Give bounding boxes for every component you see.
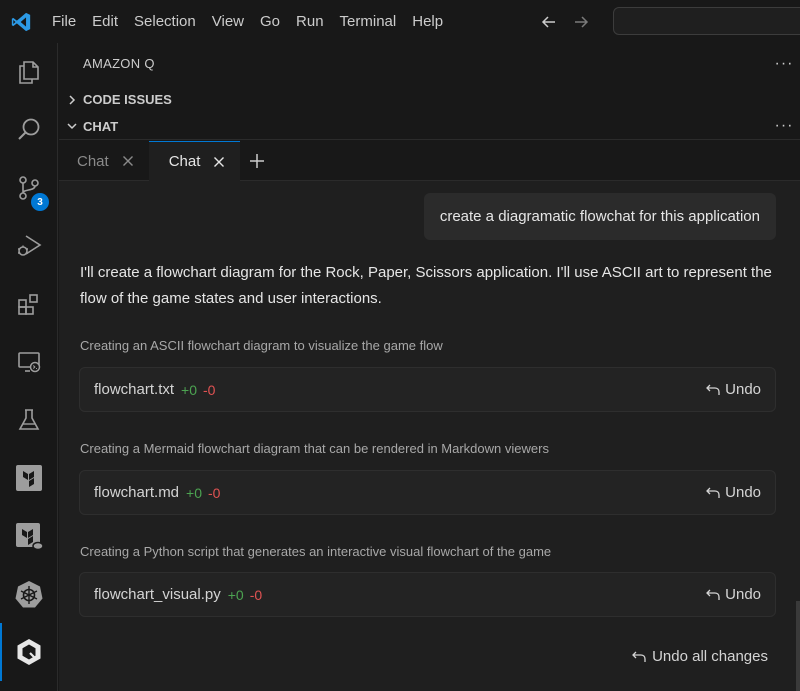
file-change-card[interactable]: flowchart_visual.py +0 -0 Undo — [79, 572, 776, 617]
menu-help[interactable]: Help — [404, 0, 451, 43]
undo-button[interactable]: Undo — [706, 484, 761, 501]
menu-view[interactable]: View — [204, 0, 252, 43]
file-name[interactable]: flowchart.txt — [94, 381, 174, 398]
tab-chat-2[interactable]: Chat — [148, 141, 241, 181]
chat-conversation: create a diagramatic flowchat for this a… — [59, 181, 800, 691]
chevron-down-icon — [61, 120, 83, 132]
forward-arrow-icon[interactable] — [572, 13, 590, 31]
source-control-icon[interactable]: 3 — [0, 159, 58, 217]
menu-terminal[interactable]: Terminal — [332, 0, 405, 43]
undo-label: Undo — [725, 586, 761, 603]
file-change-card[interactable]: flowchart.txt +0 -0 Undo — [79, 367, 776, 412]
new-tab-plus-icon[interactable] — [240, 141, 274, 181]
undo-all-changes-button[interactable]: Undo all changes — [632, 648, 768, 665]
lines-removed: -0 — [208, 484, 221, 501]
file-change-card[interactable]: flowchart.md +0 -0 Undo — [79, 470, 776, 515]
tab-chat-1[interactable]: Chat — [59, 141, 149, 181]
title-bar: File Edit Selection View Go Run Terminal… — [0, 0, 800, 43]
back-arrow-icon[interactable] — [540, 13, 558, 31]
explorer-icon[interactable] — [0, 43, 58, 101]
source-control-badge: 3 — [31, 193, 49, 211]
file-name[interactable]: flowchart.md — [94, 484, 179, 501]
chat-section-label: CHAT — [83, 118, 119, 134]
lines-added: +0 — [186, 484, 202, 501]
undo-icon — [706, 487, 720, 498]
menu-run[interactable]: Run — [288, 0, 332, 43]
lines-added: +0 — [181, 381, 197, 398]
search-icon[interactable] — [0, 101, 58, 159]
lines-removed: -0 — [249, 586, 263, 603]
amazon-q-panel: AMAZON Q ··· CODE ISSUES CHAT ··· Chat C… — [59, 43, 800, 691]
kubernetes-icon[interactable] — [0, 565, 58, 623]
user-message: create a diagramatic flowchat for this a… — [423, 193, 776, 240]
command-center-search[interactable] — [613, 7, 800, 35]
chevron-right-icon — [61, 94, 83, 106]
undo-all-label: Undo all changes — [652, 648, 768, 665]
chat-more-actions-icon[interactable]: ··· — [774, 118, 794, 137]
file-name[interactable]: flowchart_visual.py — [94, 586, 221, 603]
extensions-icon[interactable] — [0, 275, 58, 333]
change-caption: Creating a Mermaid flowchart diagram tha… — [80, 441, 549, 456]
terraform-icon[interactable] — [0, 449, 58, 507]
change-caption: Creating a Python script that generates … — [80, 544, 552, 559]
code-issues-section-header[interactable]: CODE ISSUES — [59, 86, 800, 113]
change-caption: Creating an ASCII flowchart diagram to v… — [80, 338, 443, 353]
code-issues-label: CODE ISSUES — [83, 92, 172, 107]
undo-label: Undo — [725, 484, 761, 501]
tab-label: Chat — [77, 152, 109, 170]
vscode-logo-icon — [0, 0, 42, 43]
menu-edit[interactable]: Edit — [84, 0, 126, 43]
navigation-controls — [540, 0, 590, 43]
chat-tabs: Chat Chat — [59, 141, 800, 181]
terraform-cloud-icon[interactable] — [0, 507, 58, 565]
amazon-q-icon[interactable] — [0, 623, 58, 681]
menu-selection[interactable]: Selection — [126, 0, 204, 43]
undo-icon — [632, 651, 646, 662]
assistant-reply: I'll create a flowchart diagram for the … — [80, 264, 772, 307]
remote-explorer-icon[interactable] — [0, 333, 58, 391]
panel-title: AMAZON Q — [83, 56, 155, 71]
panel-more-actions-icon[interactable]: ··· — [774, 56, 794, 75]
undo-button[interactable]: Undo — [706, 586, 761, 603]
menu-bar: File Edit Selection View Go Run Terminal… — [42, 0, 451, 43]
activity-bar: 3 — [0, 43, 58, 691]
undo-label: Undo — [725, 381, 761, 398]
tab-label: Chat — [168, 153, 201, 170]
menu-file[interactable]: File — [42, 0, 84, 43]
undo-icon — [706, 384, 720, 395]
chat-section-header[interactable]: CHAT — [59, 113, 800, 140]
close-icon[interactable] — [208, 151, 230, 173]
chat-scrollbar[interactable] — [796, 601, 800, 691]
undo-button[interactable]: Undo — [706, 381, 761, 398]
run-debug-icon[interactable] — [0, 217, 58, 275]
close-icon[interactable] — [117, 150, 139, 172]
lines-removed: -0 — [203, 381, 216, 398]
lines-added: +0 — [227, 586, 244, 603]
testing-icon[interactable] — [0, 391, 58, 449]
undo-icon — [706, 589, 720, 600]
menu-go[interactable]: Go — [252, 0, 288, 43]
